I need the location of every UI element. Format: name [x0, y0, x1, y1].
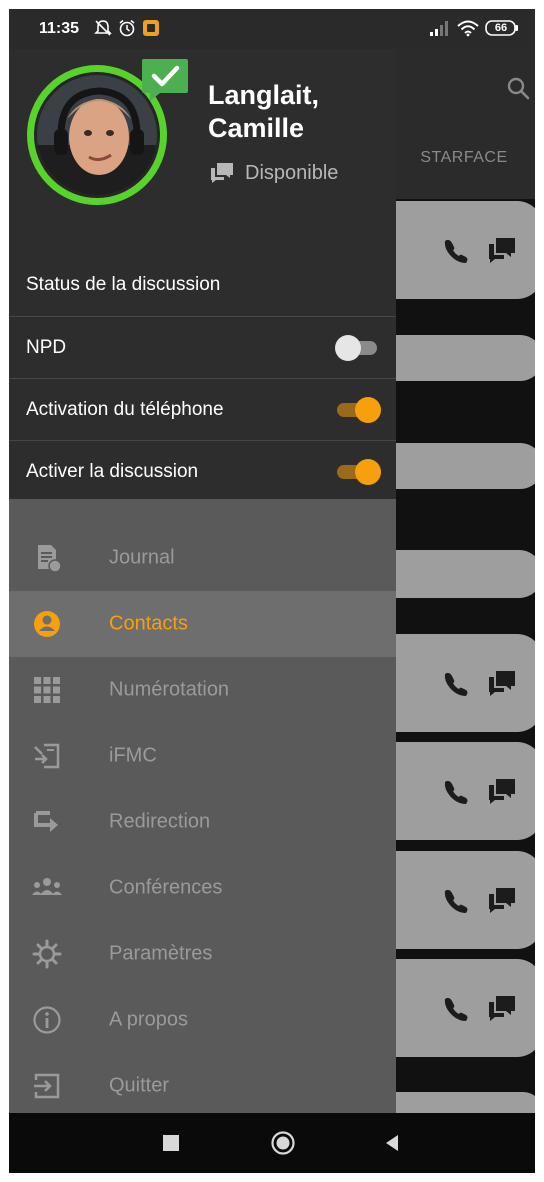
signal-icon [430, 21, 448, 36]
call-icon[interactable] [441, 993, 471, 1023]
call-icon[interactable] [441, 668, 471, 698]
phone-screen: STARFACE 11:35 66 Langlait, Camille Disp… [9, 9, 535, 1173]
settings-icon [32, 939, 62, 969]
chat-icon[interactable] [487, 993, 517, 1023]
chat-activation-row[interactable]: Activer la discussion [9, 440, 396, 502]
nav-label-settings: Paramètres [109, 942, 213, 965]
nav-label-about: A propos [109, 1008, 188, 1031]
chat-activation-label: Activer la discussion [26, 460, 199, 482]
notifications-off-icon [94, 20, 112, 36]
status-time: 11:35 [39, 20, 80, 37]
nav-label-journal: Journal [109, 546, 175, 569]
avatar[interactable] [37, 75, 157, 195]
nav-label-dialpad: Numérotation [109, 678, 230, 701]
status-bar: 11:35 66 [9, 9, 535, 49]
chat-activation-toggle[interactable] [335, 457, 381, 487]
nav-label-logout: Quitter [109, 1074, 170, 1097]
journal-icon [38, 545, 62, 573]
phone-activation-label: Activation du téléphone [26, 398, 224, 420]
chat-icon [211, 163, 233, 183]
nav-item-ifmc[interactable]: iFMC [9, 723, 396, 789]
chat-icon[interactable] [487, 668, 517, 698]
checkmark-icon [142, 59, 188, 101]
contacts-icon [34, 611, 60, 637]
logout-icon [34, 1073, 60, 1099]
chat-icon[interactable] [487, 776, 517, 806]
phone-activation-row[interactable]: Activation du téléphone [9, 378, 396, 440]
nav-label-ifmc: iFMC [109, 744, 157, 767]
nav-item-redirect[interactable]: Redirection [9, 789, 396, 855]
battery-level: 66 [494, 22, 508, 34]
tab-starface[interactable]: STARFACE [409, 149, 519, 167]
nav-item-about[interactable]: A propos [9, 987, 396, 1053]
chat-status-label: Status de la discussion [26, 273, 221, 295]
home-button[interactable] [270, 1130, 296, 1156]
nav-item-contacts[interactable]: Contacts [9, 591, 396, 657]
redirect-icon [34, 811, 58, 832]
dnd-toggle[interactable] [335, 333, 381, 363]
ifmc-icon [34, 743, 60, 769]
alarm-icon [119, 19, 135, 37]
dialpad-icon [34, 677, 60, 703]
chat-icon[interactable] [487, 885, 517, 915]
nav-label-redirect: Redirection [109, 810, 211, 833]
battery-icon: 66 [485, 19, 519, 37]
conference-icon [32, 878, 62, 895]
chat-status-row[interactable]: Status de la discussion [9, 254, 396, 315]
nav-item-settings[interactable]: Paramètres [9, 921, 396, 987]
drawer-header: Langlait, Camille Disponible Status de l… [9, 49, 396, 499]
call-icon[interactable] [441, 776, 471, 806]
call-icon[interactable] [441, 235, 471, 265]
nav-item-journal[interactable]: Journal [9, 525, 396, 591]
call-icon[interactable] [441, 885, 471, 915]
presence-status-text: Disponible [245, 161, 339, 184]
nav-label-contacts: Contacts [109, 612, 188, 635]
info-icon [33, 1006, 61, 1034]
recent-apps-button[interactable] [163, 1135, 179, 1151]
nav-item-dialpad[interactable]: Numérotation [9, 657, 396, 723]
chat-icon[interactable] [487, 235, 517, 265]
back-button[interactable] [384, 1134, 400, 1152]
nav-item-logout[interactable]: Quitter [9, 1053, 396, 1119]
app-notification-icon [143, 20, 159, 36]
dnd-label: NPD [26, 336, 67, 358]
nav-label-conferences: Conférences [109, 876, 223, 899]
wifi-icon [457, 20, 479, 37]
navigation-drawer: Langlait, Camille Disponible Status de l… [9, 49, 396, 1113]
nav-item-conferences[interactable]: Conférences [9, 855, 396, 921]
system-navigation-bar [9, 1113, 535, 1173]
dnd-row[interactable]: NPD [9, 316, 396, 378]
presence-status[interactable]: Disponible [209, 161, 338, 185]
user-name: Langlait, Camille [208, 80, 320, 143]
phone-activation-toggle[interactable] [335, 395, 381, 425]
search-icon[interactable] [505, 75, 531, 101]
